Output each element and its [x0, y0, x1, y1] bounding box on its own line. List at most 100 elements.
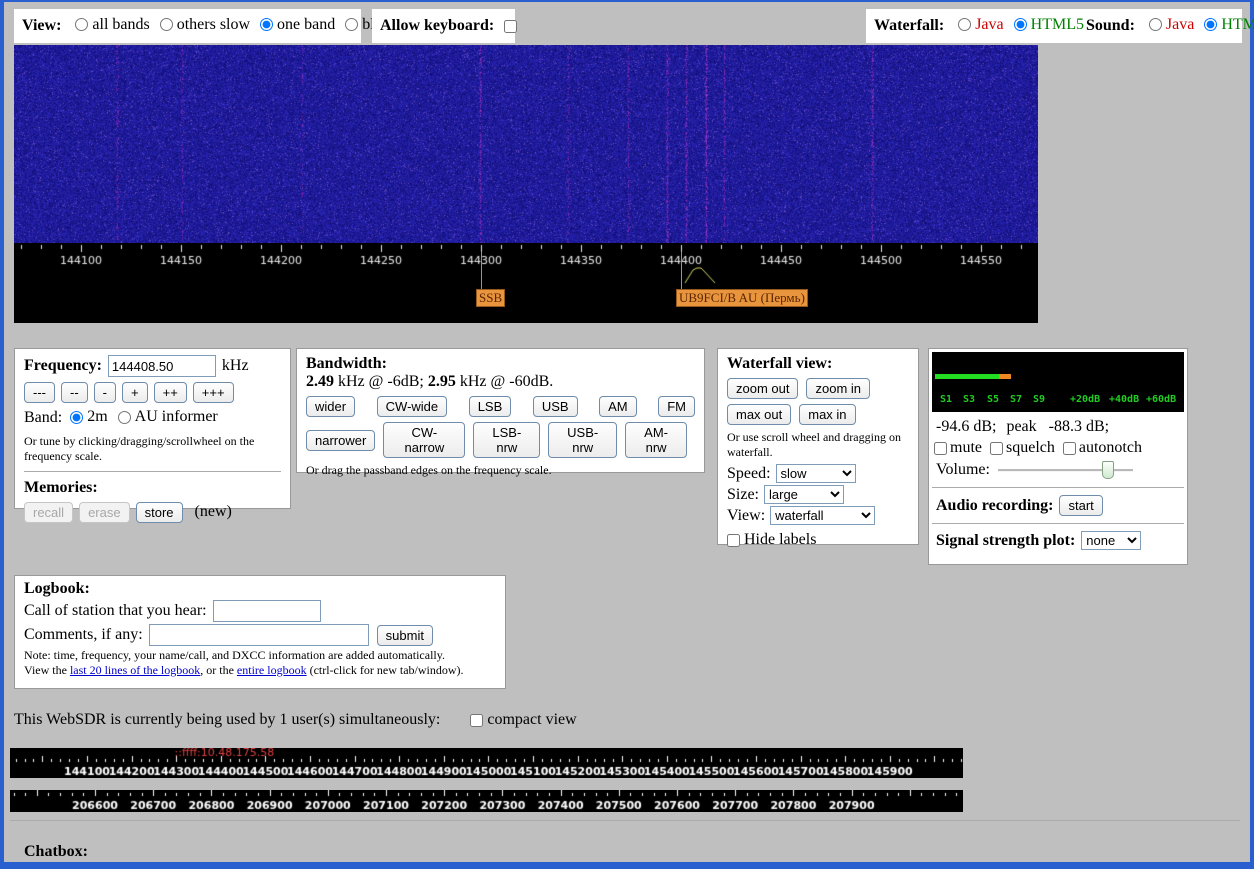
-button[interactable]: --- — [24, 382, 55, 403]
view-radio-others-slow[interactable] — [160, 18, 173, 31]
zoom-in-button[interactable]: zoom in — [806, 378, 870, 399]
volume-slider[interactable] — [998, 460, 1133, 480]
hide-labels-checkbox[interactable] — [727, 534, 740, 547]
bandwidth-6db-value: 2.49 — [306, 373, 334, 390]
zoom-out-button[interactable]: zoom out — [727, 378, 798, 399]
cw-wide-button[interactable]: CW-wide — [377, 396, 448, 417]
band-radio-2m[interactable] — [70, 411, 83, 424]
mode-buttons-row2: narrower CW-narrowLSB-nrwUSB-nrwAM-nrw — [306, 422, 695, 458]
mute-checkbox[interactable] — [934, 442, 947, 455]
max-out-button[interactable]: max out — [727, 404, 791, 425]
divider — [932, 523, 1184, 524]
waterfall-mode-radio-group: Java HTML5 — [950, 16, 1086, 37]
bandwidth-end-text: kHz @ -60dB. — [456, 373, 553, 390]
tuning-hint: Or tune by clicking/dragging/scrollwheel… — [24, 434, 281, 464]
entire-logbook-link[interactable]: entire logbook — [237, 663, 307, 677]
wider-button[interactable]: wider — [306, 396, 355, 417]
band-option-au-informer[interactable]: AU informer — [110, 408, 218, 426]
sound-mode-option-java[interactable]: Java — [1141, 16, 1194, 34]
sound-mode-option-html5[interactable]: HTML5 — [1196, 16, 1254, 34]
waterfall-mode-radio-html5[interactable] — [1014, 18, 1027, 31]
waterfall-mode-option-java[interactable]: Java — [950, 16, 1003, 34]
size-select[interactable]: large — [764, 485, 844, 504]
sound-mode-radio-java[interactable] — [1149, 18, 1162, 31]
view-radio-one-band[interactable] — [260, 18, 273, 31]
-button[interactable]: ++ — [154, 382, 187, 403]
max-in-button[interactable]: max in — [799, 404, 855, 425]
waterfall-mode-label: Waterfall: — [874, 17, 944, 35]
keyboard-bar: Allow keyboard: — [372, 9, 515, 43]
call-input[interactable] — [213, 600, 321, 622]
store-button[interactable]: store — [136, 502, 183, 523]
am-button[interactable]: AM — [599, 396, 637, 417]
marker-label-ub9fci-b-au[interactable]: UB9FCI/B AU (Пермь) — [676, 289, 808, 307]
view-radio-all-bands[interactable] — [75, 18, 88, 31]
squelch-option[interactable]: squelch — [990, 439, 1055, 457]
s-meter-label-s3: S3 — [963, 394, 975, 405]
bandwidth-label: Bandwidth: — [306, 355, 689, 373]
submit-button[interactable]: submit — [377, 625, 433, 646]
am-nrw-button[interactable]: AM-nrw — [625, 422, 687, 458]
frequency-scale-canvas[interactable] — [14, 243, 1038, 323]
-button[interactable]: - — [94, 382, 116, 403]
users-line: This WebSDR is currently being used by 1… — [14, 711, 577, 729]
bandwidth-mid-text: kHz @ -6dB; — [334, 373, 428, 390]
usb-nrw-button[interactable]: USB-nrw — [548, 422, 617, 458]
waterfall-mode-radio-java[interactable] — [958, 18, 971, 31]
last-20-lines-link[interactable]: last 20 lines of the logbook — [70, 663, 200, 677]
bottom-divider — [10, 820, 1240, 821]
compact-view-checkbox[interactable] — [470, 714, 483, 727]
fm-button[interactable]: FM — [658, 396, 695, 417]
narrower-button[interactable]: narrower — [306, 430, 375, 451]
autonotch-checkbox[interactable] — [1063, 442, 1076, 455]
audio-checkboxes: mute squelch autonotch — [932, 439, 1184, 457]
view-option-all-bands[interactable]: all bands — [67, 16, 149, 34]
allow-keyboard-checkbox[interactable] — [504, 20, 517, 33]
signal-plot-label: Signal strength plot: — [936, 532, 1075, 550]
view-bar: View: all bandsothers slowone bandblind — [14, 9, 361, 43]
usb-button[interactable]: USB — [533, 396, 578, 417]
comments-input[interactable] — [149, 624, 369, 646]
frequency-input[interactable] — [108, 355, 216, 377]
view-option-text: one band — [277, 16, 335, 34]
audio-recording-start-button[interactable]: start — [1059, 495, 1102, 516]
bandwidth-60db-value: 2.95 — [428, 373, 456, 390]
band-scale-2m-canvas[interactable] — [10, 748, 963, 778]
cw-narrow-button[interactable]: CW-narrow — [383, 422, 465, 458]
marker-label-ssb[interactable]: SSB — [476, 289, 505, 307]
waterfall-canvas[interactable] — [14, 45, 1038, 243]
band-scale-2m[interactable] — [10, 748, 963, 778]
band-radio-au-informer[interactable] — [118, 411, 131, 424]
view-option-others-slow[interactable]: others slow — [152, 16, 250, 34]
view-select[interactable]: waterfall — [770, 506, 875, 525]
-button[interactable]: + — [122, 382, 148, 403]
s-meter-label-s5: S5 — [987, 394, 999, 405]
lsb-nrw-button[interactable]: LSB-nrw — [473, 422, 540, 458]
view-radio-blind[interactable] — [345, 18, 358, 31]
speed-select[interactable]: slow — [776, 464, 856, 483]
view-option-one-band[interactable]: one band — [252, 16, 335, 34]
signal-readout: -94.6 dB; peak -88.3 dB; — [932, 418, 1184, 436]
view-option-text: all bands — [92, 16, 149, 34]
frequency-scale[interactable]: SSB UB9FCI/B AU (Пермь) — [14, 243, 1038, 323]
lsb-button[interactable]: LSB — [469, 396, 512, 417]
s-meter-label-20db: +20dB — [1070, 394, 1100, 405]
bandwidth-panel: Bandwidth: 2.49 kHz @ -6dB; 2.95 kHz @ -… — [296, 348, 705, 473]
frequency-step-buttons: ------++++++ — [24, 382, 281, 403]
sound-mode-radio-html5[interactable] — [1204, 18, 1217, 31]
band-scale-au-canvas[interactable] — [10, 790, 963, 812]
view-radio-group: all bandsothers slowone bandblind — [67, 16, 397, 37]
band-scale-au[interactable] — [10, 790, 963, 812]
waterfall-mode-option-html5[interactable]: HTML5 — [1006, 16, 1084, 34]
band-option-2m[interactable]: 2m — [62, 408, 107, 426]
waterfall-view-label: Waterfall view: — [727, 355, 903, 373]
squelch-checkbox[interactable] — [990, 442, 1003, 455]
signal-plot-select[interactable]: none — [1081, 531, 1141, 550]
-button[interactable]: +++ — [193, 382, 234, 403]
hide-labels-label: Hide labels — [744, 531, 816, 549]
autonotch-option[interactable]: autonotch — [1063, 439, 1142, 457]
waterfall-mode-option-text: HTML5 — [1031, 16, 1084, 34]
mute-option[interactable]: mute — [934, 439, 982, 457]
mode-buttons-row1: wider CW-wide LSB USB AM FM — [306, 396, 695, 417]
-button[interactable]: -- — [61, 382, 88, 403]
